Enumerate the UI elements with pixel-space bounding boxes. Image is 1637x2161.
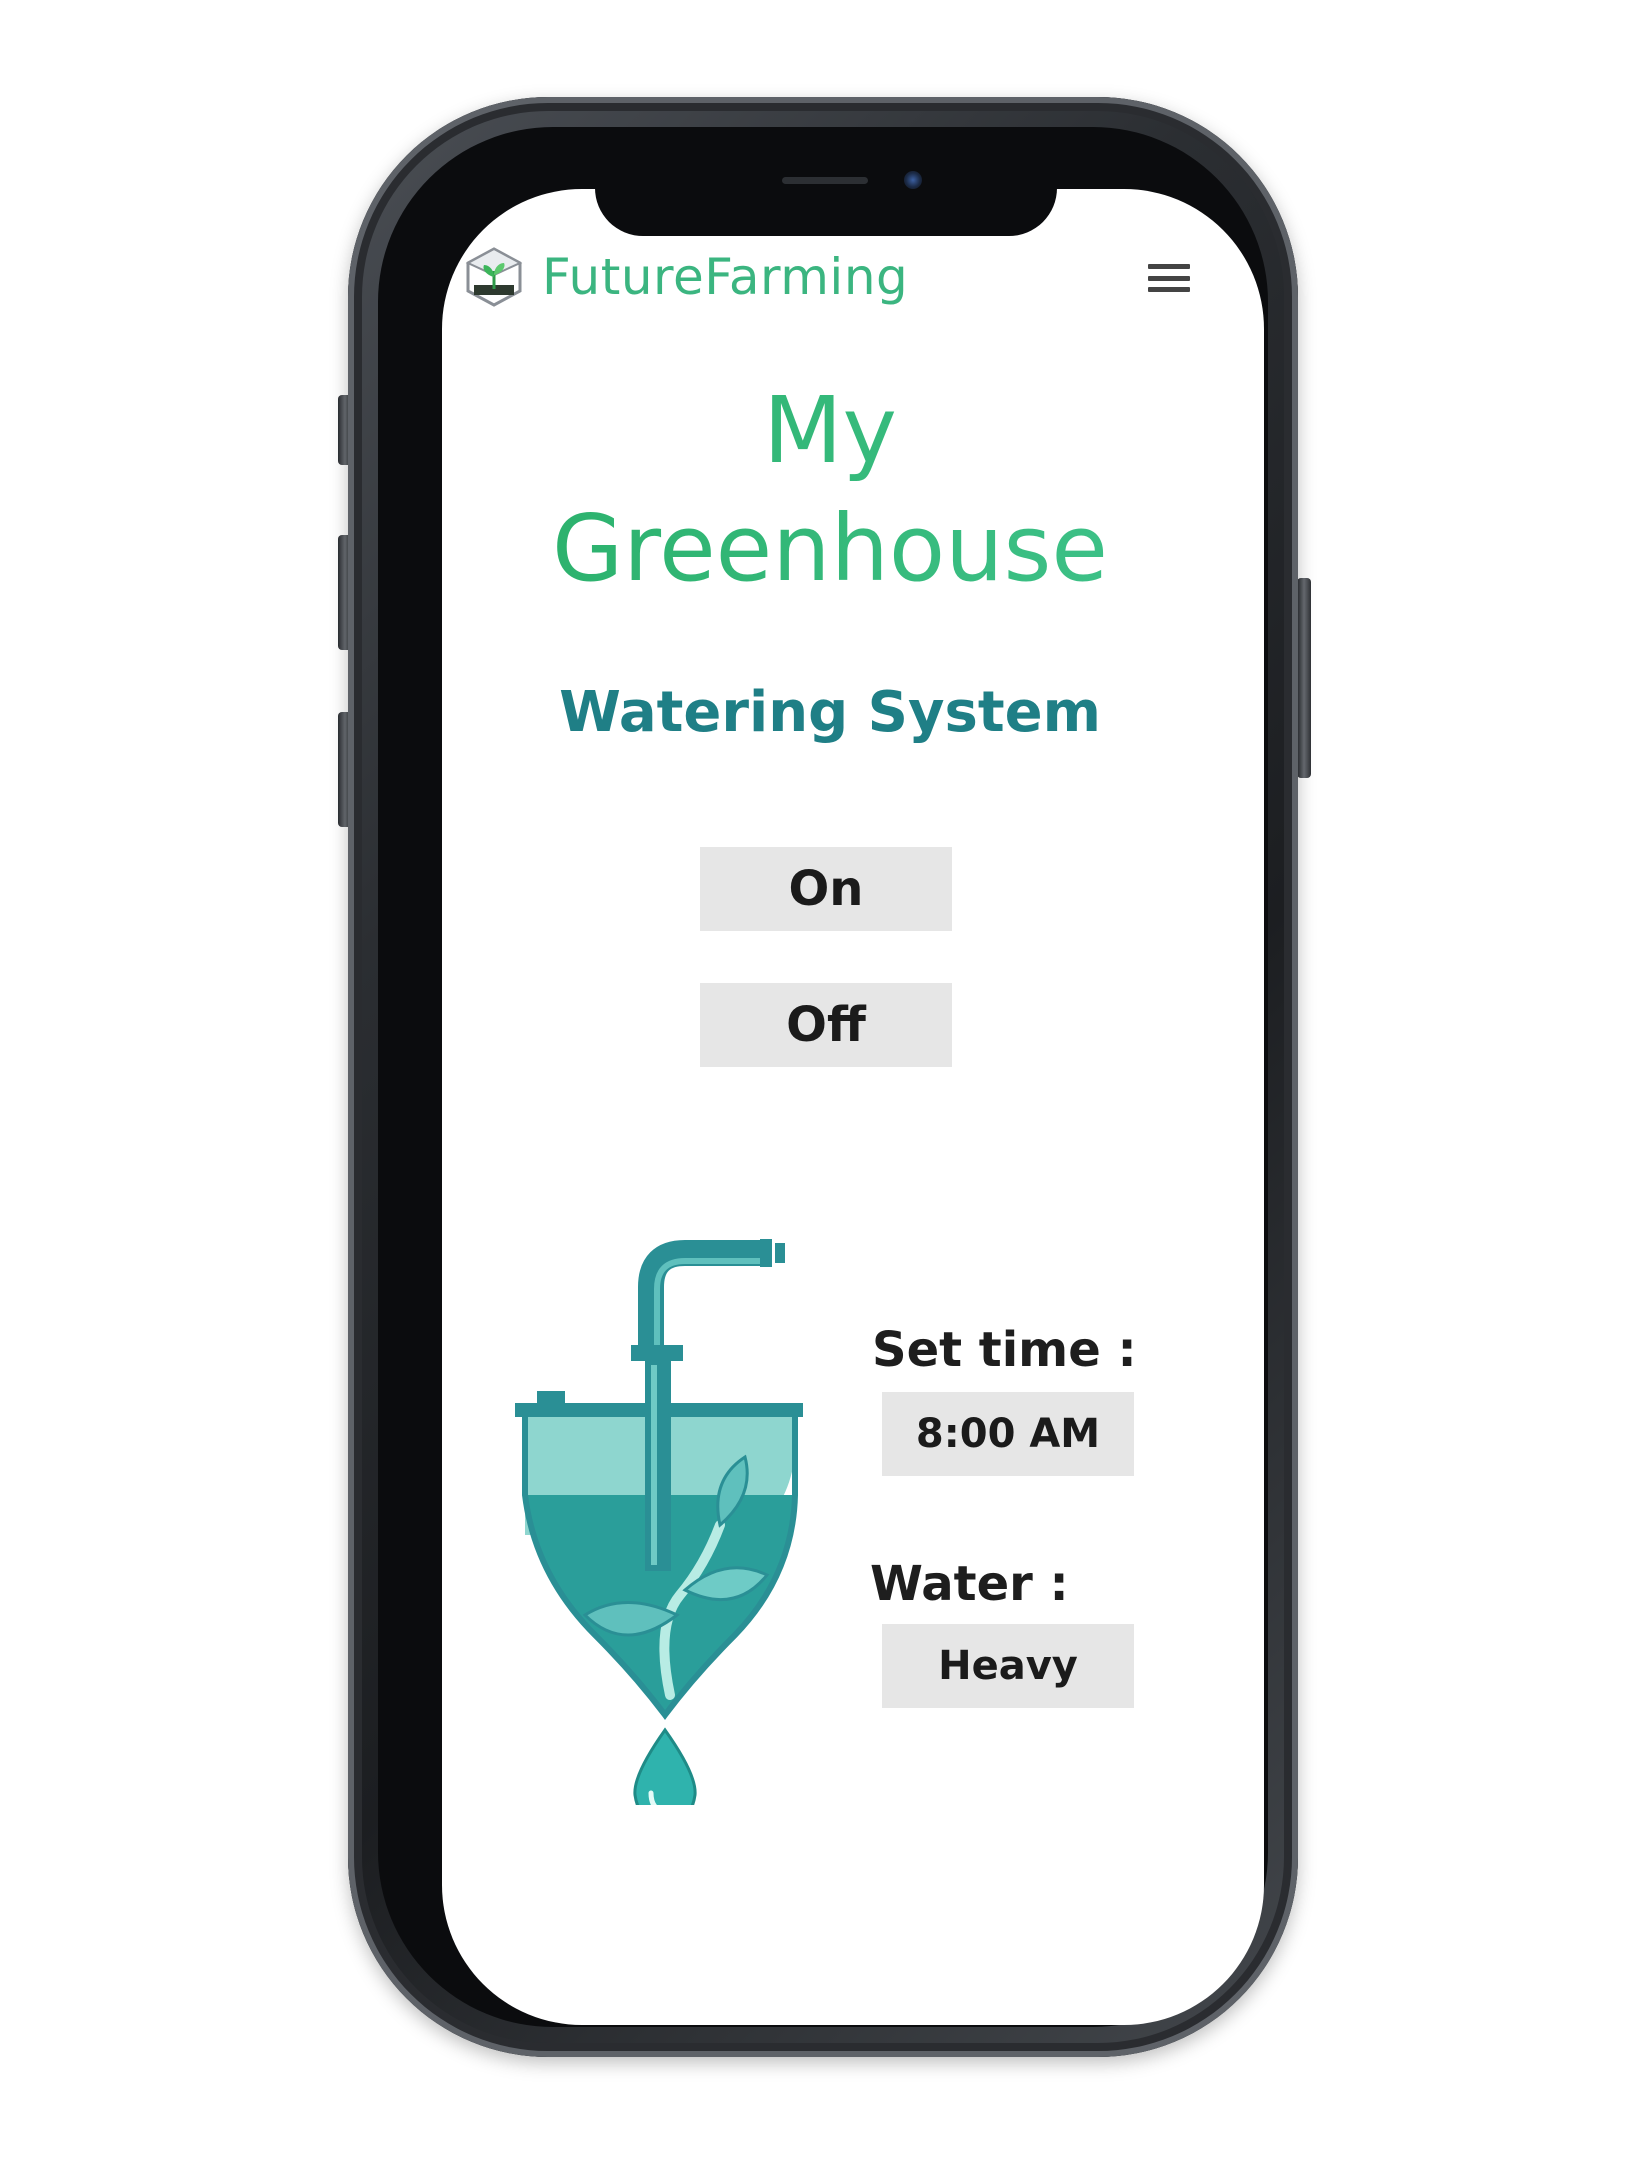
on-button[interactable]: On <box>700 847 952 931</box>
title-line-2: Greenhouse <box>551 495 1109 602</box>
water-amount-field[interactable]: Heavy <box>882 1624 1134 1708</box>
page-title: My Greenhouse <box>470 372 1190 608</box>
menu-bar <box>1148 275 1190 281</box>
power-button <box>1297 578 1311 778</box>
greenhouse-seedling-icon <box>465 247 523 307</box>
water-label: Water : <box>870 1556 1069 1612</box>
brand-name: FutureFarming <box>542 248 909 306</box>
off-button[interactable]: Off <box>700 983 952 1067</box>
hamburger-menu-icon[interactable] <box>1148 264 1190 292</box>
set-time-field[interactable]: 8:00 AM <box>882 1392 1134 1476</box>
menu-bar <box>1148 264 1190 269</box>
title-line-1: My <box>763 377 897 484</box>
set-time-label: Set time : <box>872 1322 1137 1378</box>
watering-tank-plant-icon <box>515 1239 803 1805</box>
section-subtitle: Watering System <box>559 680 1101 745</box>
brand-logo[interactable]: FutureFarming <box>462 245 908 309</box>
device-mockup: FutureFarming My Greenhouse Watering Sys… <box>0 0 1637 2161</box>
menu-bar <box>1148 287 1190 292</box>
front-camera <box>904 171 922 189</box>
phone-notch <box>595 158 1057 236</box>
earpiece-speaker <box>782 177 868 184</box>
